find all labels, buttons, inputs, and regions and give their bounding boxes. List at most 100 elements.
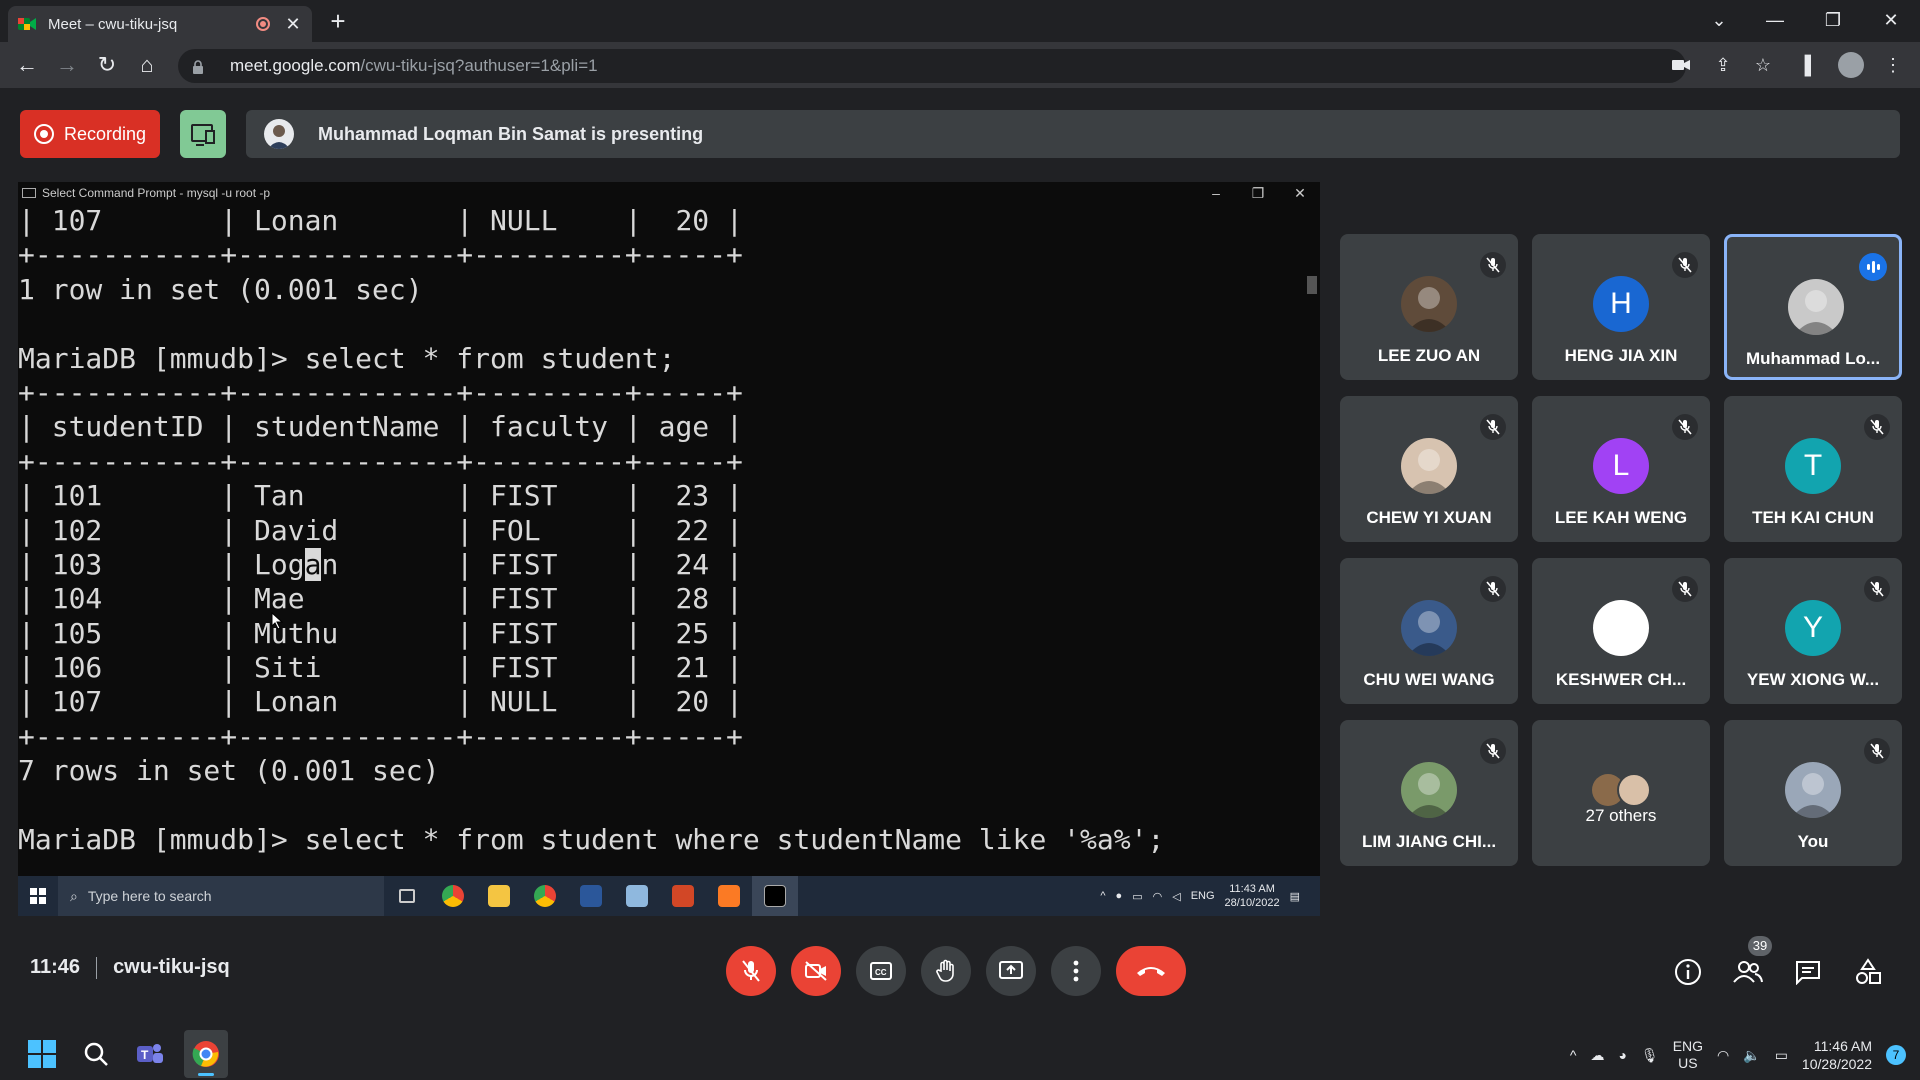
microphone-icon[interactable]: 🎙 (1641, 1047, 1659, 1064)
onedrive-icon[interactable]: ☁ (1590, 1047, 1604, 1064)
participant-tile[interactable]: Muhammad Lo... (1724, 234, 1902, 380)
console-line: 7 rows in set (0.001 sec) (18, 754, 440, 788)
os-search-button[interactable] (74, 1030, 118, 1078)
people-button[interactable] (1730, 954, 1766, 990)
share-icon[interactable]: ⇪ (1710, 52, 1736, 78)
participant-avatar (1401, 438, 1457, 494)
participant-tile[interactable]: KESHWER CH... (1532, 558, 1710, 704)
search-icon: ⌕ (70, 887, 78, 904)
participant-tile[interactable]: LEE ZUO AN (1340, 234, 1518, 380)
meeting-code: cwu-tiku-jsq (113, 956, 230, 978)
teams-app-button[interactable]: T (128, 1030, 172, 1078)
cmd-minimize-icon: – (1212, 185, 1220, 201)
windows-start-button[interactable] (20, 1030, 64, 1078)
shared-windows-taskbar: ⌕ Type here to search ^ ● ▭ ◠ ◁ ENG 11:4… (18, 876, 1320, 916)
participant-avatar (1593, 600, 1649, 656)
text-cursor: a (304, 547, 322, 581)
console-line: | 101 | Tan | FIST | 23 | (18, 479, 743, 513)
camera-off-button[interactable] (791, 946, 841, 996)
windows-start-icon (18, 876, 58, 916)
camera-in-use-icon[interactable] (1668, 52, 1694, 78)
address-bar[interactable]: meet.google.com/cwu-tiku-jsq?authuser=1&… (178, 49, 1686, 83)
cmd-icon (22, 188, 36, 198)
recording-button[interactable]: Recording (20, 110, 160, 158)
xampp-icon (706, 876, 752, 916)
participant-tile[interactable]: Y YEW XIONG W... (1724, 558, 1902, 704)
participant-avatar (1401, 600, 1457, 656)
google-meet-icon (18, 16, 36, 32)
reload-icon[interactable]: ↻ (92, 50, 122, 80)
muted-mic-icon (1672, 576, 1698, 602)
side-panel-icon[interactable]: ▌ (1798, 52, 1824, 78)
home-icon[interactable]: ⌂ (132, 50, 162, 80)
show-hidden-icons-icon[interactable]: ^ (1570, 1047, 1577, 1063)
bookmark-star-icon[interactable]: ☆ (1750, 52, 1776, 78)
recording-indicator-icon (256, 17, 270, 31)
back-icon[interactable]: ← (12, 50, 42, 80)
console-line: +-----------+-------------+---------+---… (18, 444, 743, 478)
console-line: MariaDB [mmudb]> select * from student w… (18, 823, 1165, 857)
close-window-button[interactable]: ✕ (1868, 4, 1914, 36)
activities-button[interactable] (1850, 954, 1886, 990)
more-vert-icon (1073, 960, 1079, 982)
console-scrollbar (1304, 204, 1318, 876)
leave-call-button[interactable] (1116, 946, 1186, 996)
forward-icon[interactable]: → (52, 50, 82, 80)
captions-button[interactable]: CC (856, 946, 906, 996)
more-options-button[interactable] (1051, 946, 1101, 996)
participant-tile[interactable]: T TEH KAI CHUN (1724, 396, 1902, 542)
notification-badge[interactable]: 7 (1886, 1045, 1906, 1065)
participant-tile[interactable]: LIM JIANG CHI... (1340, 720, 1518, 866)
chat-button[interactable] (1790, 954, 1826, 990)
restore-button[interactable]: ❐ (1810, 4, 1856, 36)
camera-off-icon (805, 961, 827, 981)
browser-menu-icon[interactable]: ⋮ (1880, 52, 1906, 78)
presentation-button[interactable] (180, 110, 226, 158)
os-date: 10/28/2022 (1801, 1056, 1872, 1072)
battery-icon[interactable]: ▭ (1775, 1047, 1788, 1064)
participant-name: TEH KAI CHUN (1752, 508, 1874, 527)
profile-avatar[interactable] (1838, 52, 1864, 78)
chrome-profile-icon (522, 876, 568, 916)
participant-avatar: Y (1785, 600, 1841, 656)
cmd-restore-icon: ❐ (1251, 185, 1265, 201)
tab-search-icon[interactable]: ⌄ (1696, 4, 1742, 36)
muted-mic-icon (1480, 738, 1506, 764)
mic-off-button[interactable] (726, 946, 776, 996)
meeting-details-button[interactable] (1670, 954, 1706, 990)
volume-icon[interactable]: 🔈 (1743, 1047, 1760, 1064)
shield-icon[interactable]: ◕ (1618, 1047, 1626, 1063)
participant-tile[interactable]: CHEW YI XUAN (1340, 396, 1518, 542)
participant-tile[interactable]: H HENG JIA XIN (1532, 234, 1710, 380)
input-language[interactable]: ENG US (1673, 1038, 1703, 1072)
task-view-icon (384, 876, 430, 916)
os-system-tray: ^ ☁ ◕ 🎙 ENG US ◠ 🔈 ▭ 11:46 AM 10/28/2022… (1570, 1030, 1906, 1080)
raise-hand-button[interactable] (921, 946, 971, 996)
lock-icon (192, 59, 206, 74)
activities-icon (1856, 958, 1881, 984)
participant-tile[interactable]: L LEE KAH WENG (1532, 396, 1710, 542)
participant-avatar (1401, 276, 1457, 332)
chrome-app-button[interactable] (184, 1030, 228, 1078)
meeting-time: 11:46 (30, 956, 81, 978)
browser-tab[interactable]: Meet – cwu-tiku-jsq ✕ (8, 6, 312, 42)
participant-tile[interactable]: CHU WEI WANG (1340, 558, 1518, 704)
tray-battery-icon: ▭ (1132, 890, 1143, 903)
teams-icon: T (137, 1044, 163, 1063)
close-tab-icon[interactable]: ✕ (284, 14, 302, 35)
new-tab-button[interactable]: + (322, 6, 354, 38)
present-now-button[interactable] (986, 946, 1036, 996)
chrome-icon (192, 1041, 219, 1067)
presenting-banner: Muhammad Loqman Bin Samat is presenting (246, 110, 1900, 158)
console-line: +-----------+-------------+---------+---… (18, 719, 743, 753)
tray-language: ENG (1190, 890, 1215, 902)
participant-tile[interactable]: You (1724, 720, 1902, 866)
participant-tile[interactable]: 27 others (1532, 720, 1710, 866)
record-icon (33, 124, 54, 144)
participant-name: CHEW YI XUAN (1366, 508, 1492, 527)
os-clock[interactable]: 11:46 AM 10/28/2022 (1802, 1037, 1872, 1073)
minimize-button[interactable]: — (1752, 4, 1798, 36)
wifi-icon[interactable]: ◠ (1717, 1047, 1729, 1064)
